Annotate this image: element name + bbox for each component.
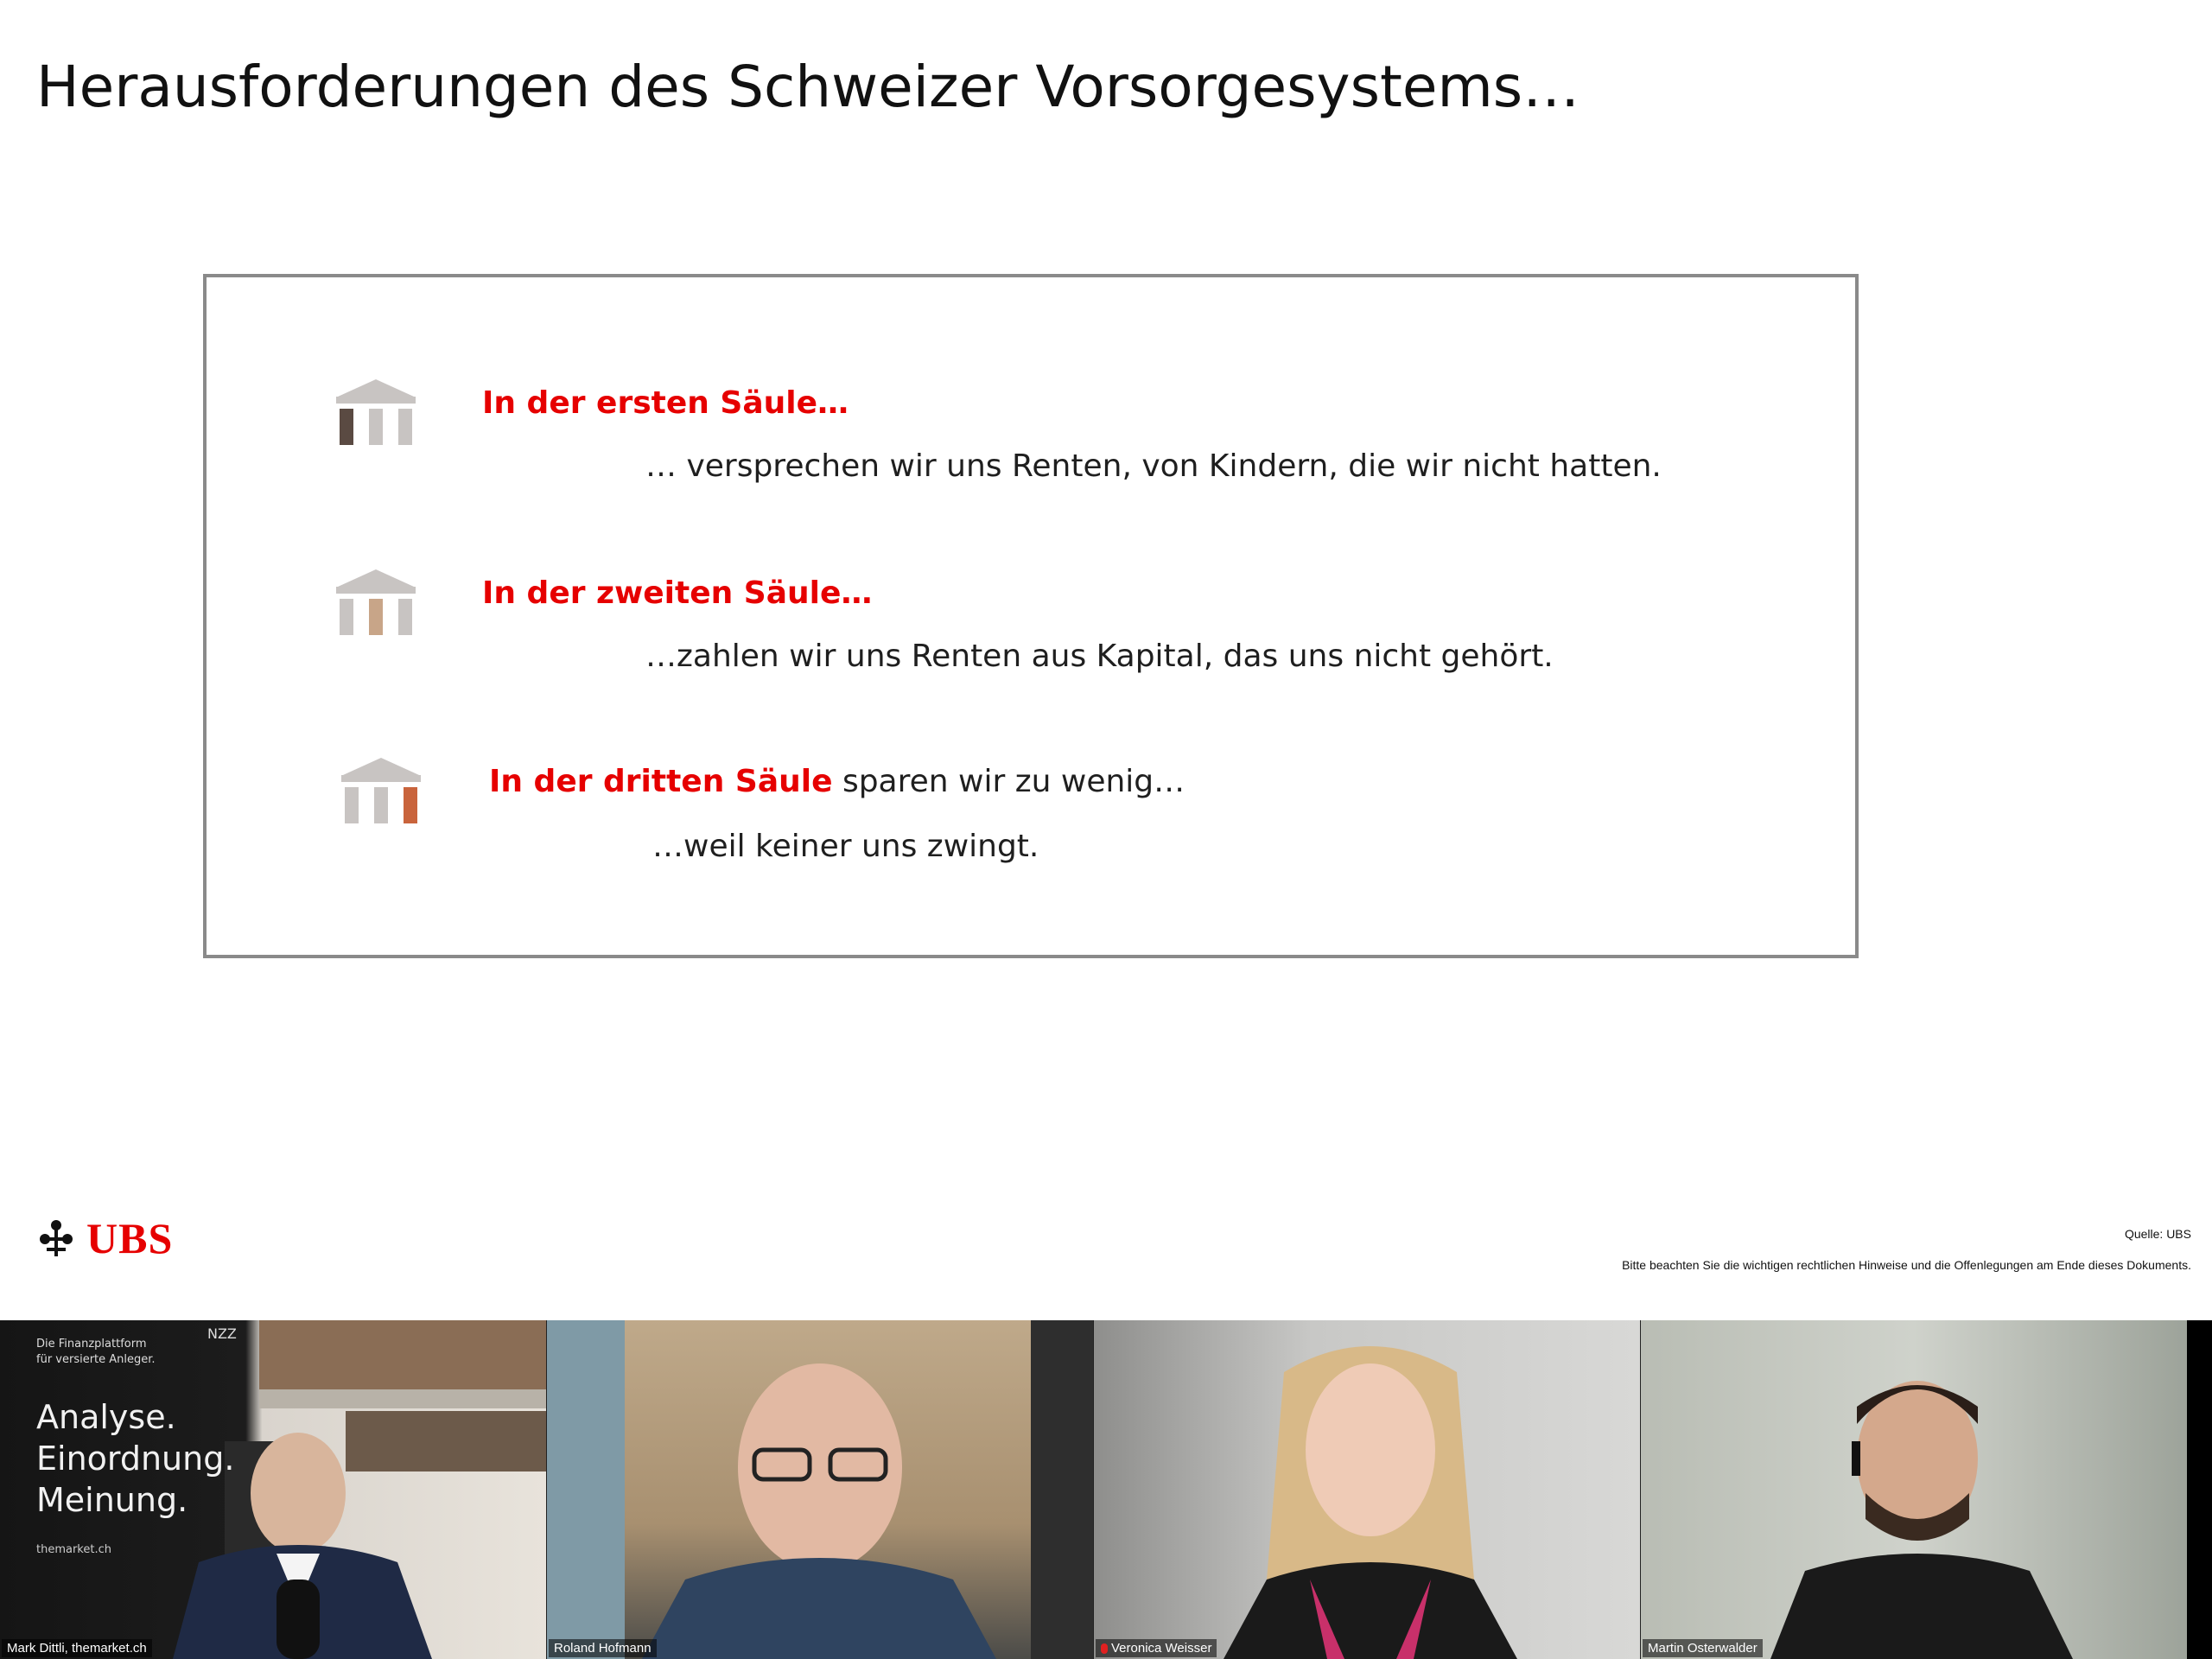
disclaimer-text: Bitte beachten Sie die wichtigen rechtli… xyxy=(1622,1258,2191,1272)
participant-name-3: Veronica Weisser xyxy=(1096,1639,1217,1657)
pillar-second-heading: In der zweiten Säule… xyxy=(482,575,873,611)
video-tile-1[interactable]: Die Finanzplattform für versierte Anlege… xyxy=(0,1320,546,1659)
participant-name-2: Roland Hofmann xyxy=(549,1639,657,1657)
poster-line-2: für versierte Anleger. xyxy=(36,1353,156,1366)
presentation-slide: Herausforderungen des Schweizer Vorsorge… xyxy=(0,0,2212,1320)
video-tile-4[interactable]: Martin Osterwalder xyxy=(1640,1320,2187,1659)
poster-big-3: Meinung. xyxy=(36,1481,188,1519)
participant-4-video xyxy=(1770,1381,2073,1659)
pillar-third-icon xyxy=(341,758,421,823)
muted-mic-icon xyxy=(1101,1643,1108,1655)
pillars-box: In der ersten Säule… … versprechen wir u… xyxy=(203,274,1859,958)
poster-line-1: Die Finanzplattform xyxy=(36,1338,147,1351)
pillar-first-icon xyxy=(336,379,416,445)
ubs-logo: UBS xyxy=(35,1214,173,1262)
pillar-first-text: … versprechen wir uns Renten, von Kinder… xyxy=(645,448,1662,484)
pillar-third-text: …weil keiner uns zwingt. xyxy=(652,829,1039,864)
participant-3-video xyxy=(1224,1346,1517,1659)
video-tile-2[interactable]: Roland Hofmann xyxy=(546,1320,1093,1659)
source-note: Quelle: UBS Bitte beachten Sie die wicht… xyxy=(1622,1218,2191,1281)
pillar-second-text: …zahlen wir uns Renten aus Kapital, das … xyxy=(645,639,1554,674)
slide-title: Herausforderungen des Schweizer Vorsorge… xyxy=(36,54,1580,120)
video-tile-3[interactable]: Veronica Weisser xyxy=(1093,1320,1640,1659)
poster-site: themarket.ch xyxy=(36,1543,111,1556)
ubs-keys-icon xyxy=(40,1220,73,1256)
source-label: Quelle: UBS xyxy=(2124,1227,2191,1241)
poster-brand: NZZ xyxy=(207,1325,237,1342)
video-gallery: Die Finanzplattform für versierte Anlege… xyxy=(0,1320,2212,1659)
participant-name-1: Mark Dittli, themarket.ch xyxy=(2,1639,152,1657)
ubs-logo-text: UBS xyxy=(86,1214,174,1262)
poster-big-2: Einordnung. xyxy=(36,1440,235,1478)
pillar-first-heading: In der ersten Säule… xyxy=(482,385,849,421)
participant-2-video xyxy=(547,1320,1093,1659)
pillar-second-icon xyxy=(336,569,416,635)
pillar-third-heading: In der dritten Säule sparen wir zu wenig… xyxy=(489,764,1185,799)
participant-name-4: Martin Osterwalder xyxy=(1643,1639,1763,1657)
poster-big-1: Analyse. xyxy=(36,1398,176,1436)
